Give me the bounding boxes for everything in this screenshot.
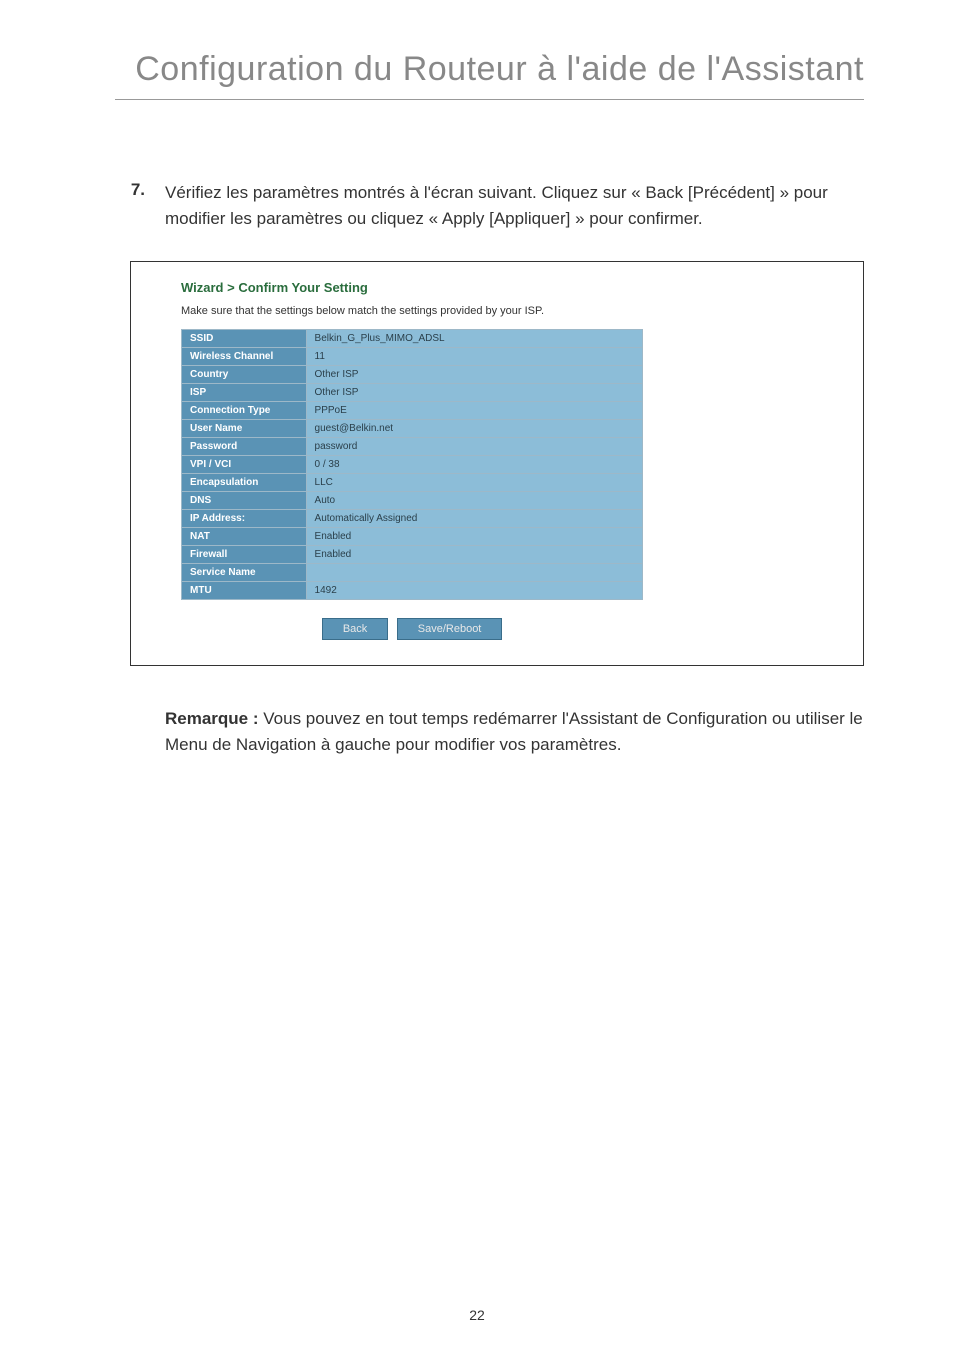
setting-value: 1492 bbox=[306, 582, 643, 600]
setting-value bbox=[306, 564, 643, 582]
setting-value: Enabled bbox=[306, 528, 643, 546]
setting-label: NAT bbox=[182, 528, 307, 546]
wizard-screenshot: Wizard > Confirm Your Setting Make sure … bbox=[130, 261, 864, 666]
settings-table: SSIDBelkin_G_Plus_MIMO_ADSLWireless Chan… bbox=[181, 329, 643, 600]
table-row: IP Address:Automatically Assigned bbox=[182, 510, 643, 528]
remark-text: Vous pouvez en tout temps redémarrer l'A… bbox=[165, 709, 863, 754]
table-row: FirewallEnabled bbox=[182, 546, 643, 564]
setting-label: Wireless Channel bbox=[182, 348, 307, 366]
setting-value: guest@Belkin.net bbox=[306, 420, 643, 438]
setting-value: Auto bbox=[306, 492, 643, 510]
table-row: Connection TypePPPoE bbox=[182, 402, 643, 420]
step-7: 7. Vérifiez les paramètres montrés à l'é… bbox=[115, 180, 864, 231]
table-row: ISPOther ISP bbox=[182, 384, 643, 402]
setting-label: IP Address: bbox=[182, 510, 307, 528]
setting-label: MTU bbox=[182, 582, 307, 600]
step-number: 7. bbox=[115, 180, 145, 231]
setting-value: 0 / 38 bbox=[306, 456, 643, 474]
setting-value: Other ISP bbox=[306, 384, 643, 402]
table-row: CountryOther ISP bbox=[182, 366, 643, 384]
table-row: Service Name bbox=[182, 564, 643, 582]
table-row: EncapsulationLLC bbox=[182, 474, 643, 492]
setting-label: Encapsulation bbox=[182, 474, 307, 492]
setting-label: Firewall bbox=[182, 546, 307, 564]
setting-label: DNS bbox=[182, 492, 307, 510]
wizard-title: Wizard > Confirm Your Setting bbox=[181, 280, 823, 295]
setting-value: PPPoE bbox=[306, 402, 643, 420]
table-row: VPI / VCI0 / 38 bbox=[182, 456, 643, 474]
setting-label: Service Name bbox=[182, 564, 307, 582]
content-area: 7. Vérifiez les paramètres montrés à l'é… bbox=[0, 100, 954, 231]
remark-label: Remarque : bbox=[165, 709, 259, 728]
table-row: User Nameguest@Belkin.net bbox=[182, 420, 643, 438]
setting-label: ISP bbox=[182, 384, 307, 402]
table-row: DNSAuto bbox=[182, 492, 643, 510]
button-row: Back Save/Reboot bbox=[181, 618, 643, 640]
table-row: Passwordpassword bbox=[182, 438, 643, 456]
back-button[interactable]: Back bbox=[322, 618, 388, 640]
setting-value: Enabled bbox=[306, 546, 643, 564]
setting-label: User Name bbox=[182, 420, 307, 438]
wizard-subtitle: Make sure that the settings below match … bbox=[181, 305, 823, 317]
page-title: Configuration du Routeur à l'aide de l'A… bbox=[0, 0, 954, 99]
setting-label: VPI / VCI bbox=[182, 456, 307, 474]
table-row: NATEnabled bbox=[182, 528, 643, 546]
step-text: Vérifiez les paramètres montrés à l'écra… bbox=[165, 180, 864, 231]
setting-label: Password bbox=[182, 438, 307, 456]
remark-paragraph: Remarque : Vous pouvez en tout temps red… bbox=[0, 706, 954, 757]
setting-value: LLC bbox=[306, 474, 643, 492]
table-row: MTU1492 bbox=[182, 582, 643, 600]
setting-label: Country bbox=[182, 366, 307, 384]
setting-label: SSID bbox=[182, 330, 307, 348]
setting-value: Automatically Assigned bbox=[306, 510, 643, 528]
setting-value: Other ISP bbox=[306, 366, 643, 384]
setting-value: password bbox=[306, 438, 643, 456]
save-reboot-button[interactable]: Save/Reboot bbox=[397, 618, 503, 640]
setting-label: Connection Type bbox=[182, 402, 307, 420]
setting-value: 11 bbox=[306, 348, 643, 366]
table-row: SSIDBelkin_G_Plus_MIMO_ADSL bbox=[182, 330, 643, 348]
page-number: 22 bbox=[0, 1307, 954, 1323]
table-row: Wireless Channel11 bbox=[182, 348, 643, 366]
setting-value: Belkin_G_Plus_MIMO_ADSL bbox=[306, 330, 643, 348]
